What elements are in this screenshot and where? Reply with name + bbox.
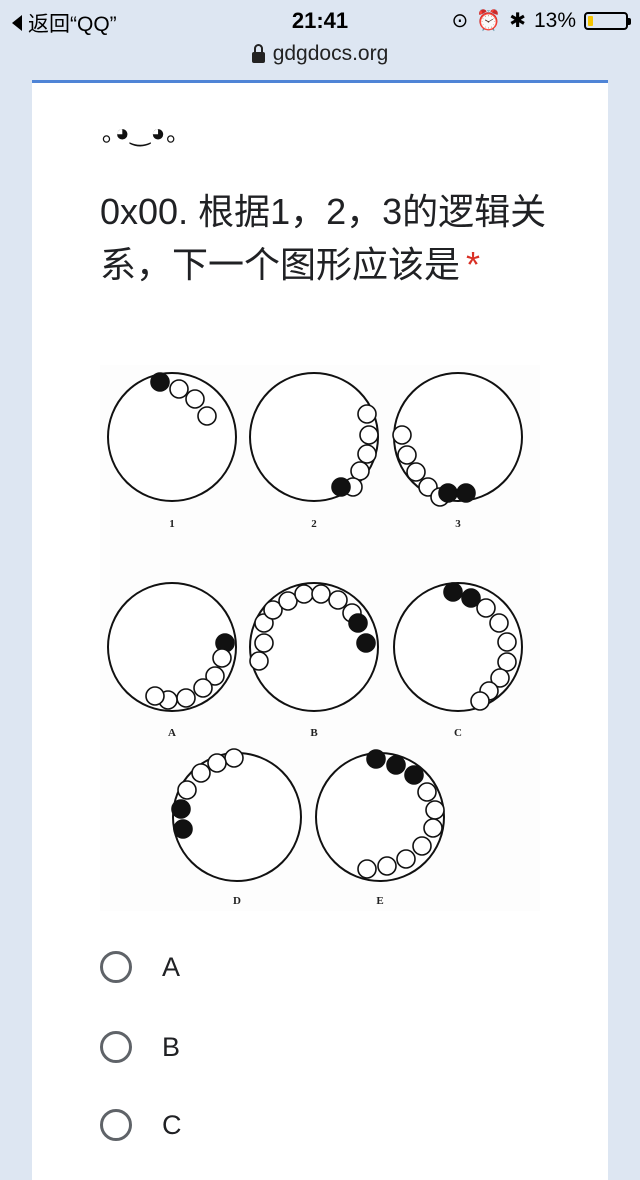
url-domain: gdgdocs.org [272, 42, 389, 65]
required-asterisk: * [466, 244, 481, 285]
battery-icon [584, 11, 631, 30]
hollow-ball [476, 598, 496, 618]
hollow-ball [359, 425, 379, 445]
status-bar: 返回“QQ” 21:41 ⊙ ⏰ ✱ 13% [0, 0, 640, 40]
hollow-ball [176, 688, 196, 708]
kaomoji: ｡◕‿◕｡ [102, 120, 180, 147]
hollow-ball [497, 632, 517, 652]
option-label: B [162, 1031, 181, 1062]
hollow-ball [212, 648, 232, 668]
hollow-ball [357, 404, 377, 424]
url-bar[interactable]: gdgdocs.org [0, 40, 640, 76]
alarm-icon: ⏰ [476, 10, 502, 32]
hollow-ball [191, 763, 211, 783]
question-title: 0x00. 根据1，2，3的逻辑关系，下一个图形应该是 * [100, 185, 560, 291]
filled-ball [456, 483, 476, 503]
hollow-ball [406, 462, 426, 482]
radio-button-icon[interactable] [100, 951, 132, 983]
filled-ball [348, 613, 368, 633]
hollow-ball [328, 590, 348, 610]
hollow-ball [197, 406, 217, 426]
hollow-ball [396, 849, 416, 869]
option-b[interactable]: B [100, 1031, 180, 1063]
figure-label-1: 1 [169, 518, 175, 530]
hollow-ball [412, 836, 432, 856]
figure-label-e: E [376, 895, 383, 907]
radio-button-icon[interactable] [100, 1109, 132, 1141]
hollow-ball [357, 444, 377, 464]
hollow-ball [224, 748, 244, 768]
question-card: ｡◕‿◕｡ 0x00. 根据1，2，3的逻辑关系，下一个图形应该是 * 1 2 3… [32, 80, 608, 1180]
option-label: A [162, 951, 181, 982]
figure-label-d: D [233, 895, 241, 907]
hollow-ball [249, 651, 269, 671]
radio-button-icon[interactable] [100, 1031, 132, 1063]
hollow-ball [357, 859, 377, 879]
hollow-ball [470, 691, 490, 711]
filled-ball [404, 765, 424, 785]
filled-ball [331, 477, 351, 497]
lock-icon [251, 43, 265, 63]
filled-ball [356, 633, 376, 653]
hollow-ball [489, 613, 509, 633]
battery-level [588, 15, 593, 26]
hollow-ball [425, 800, 445, 820]
hollow-ball [169, 379, 189, 399]
hollow-ball [177, 780, 197, 800]
hollow-ball [311, 584, 331, 604]
figure-label-2: 2 [311, 518, 317, 530]
figure-label-b: B [310, 727, 318, 739]
hollow-ball [392, 425, 412, 445]
hollow-ball [193, 678, 213, 698]
figure-label-c: C [454, 727, 462, 739]
puzzle-figure: 1 2 3 A B C D E [107, 372, 523, 907]
hollow-ball [145, 686, 165, 706]
hollow-ball [423, 818, 443, 838]
battery-percent: 13% [533, 8, 576, 32]
question-figure: 1 2 3 A B C D E [100, 365, 540, 911]
hollow-ball [254, 633, 274, 653]
filled-ball [438, 483, 458, 503]
filled-ball [386, 755, 406, 775]
hollow-ball [397, 445, 417, 465]
option-c[interactable]: C [100, 1109, 182, 1141]
hollow-ball [294, 584, 314, 604]
bluetooth-icon: ✱ [509, 10, 526, 32]
rotation-lock-icon: ⊙ [451, 10, 469, 32]
hollow-ball [377, 856, 397, 876]
filled-ball [150, 372, 170, 392]
hollow-ball [207, 753, 227, 773]
figure-label-3: 3 [455, 518, 461, 530]
panel-3 [393, 372, 523, 502]
filled-ball [443, 582, 463, 602]
filled-ball [173, 819, 193, 839]
option-a[interactable]: A [100, 951, 180, 983]
figure-label-a: A [168, 727, 176, 739]
hollow-ball [185, 389, 205, 409]
filled-ball [366, 749, 386, 769]
hollow-ball [417, 782, 437, 802]
filled-ball [171, 799, 191, 819]
